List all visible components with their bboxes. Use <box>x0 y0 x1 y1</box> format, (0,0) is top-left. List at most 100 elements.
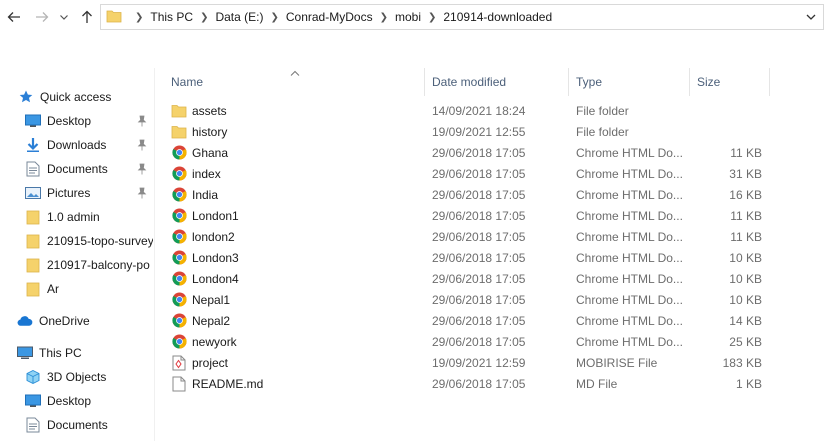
chevron-down-icon[interactable] <box>56 6 72 28</box>
sidebar-item-1-0-admin[interactable]: 1.0 admin <box>25 206 100 228</box>
file-size: 11 KB <box>730 229 762 244</box>
folder-icon <box>171 124 187 140</box>
file-name-cell[interactable]: newyork <box>171 331 237 352</box>
breadcrumb-data-drive[interactable]: Data (E:) <box>215 10 263 24</box>
file-size: 25 KB <box>729 334 762 349</box>
sidebar-item-ar[interactable]: Ar <box>25 278 59 300</box>
chrome-icon <box>171 271 187 287</box>
file-name: Ghana <box>192 145 229 160</box>
file-name: India <box>192 187 219 202</box>
file-type: Chrome HTML Do... <box>576 250 683 265</box>
file-row-assets[interactable]: assets 14/09/2021 18:24 File folder <box>157 100 829 121</box>
chevron-right-icon[interactable]: ❯ <box>200 12 208 23</box>
folder-icon <box>171 103 187 119</box>
sidebar-item-desktop[interactable]: Desktop <box>25 110 91 132</box>
file-name-cell[interactable]: project <box>171 352 228 373</box>
pin-icon[interactable] <box>137 115 147 127</box>
chevron-right-icon[interactable]: ❯ <box>380 12 388 23</box>
arrow-up-icon[interactable] <box>77 6 97 28</box>
pictures-icon <box>25 185 41 201</box>
file-size <box>697 100 762 121</box>
computer-icon <box>17 345 33 361</box>
chrome-icon <box>171 250 187 266</box>
sidebar-item-210917-balcony[interactable]: 210917-balcony-po <box>25 254 153 276</box>
column-header-size[interactable]: Size <box>689 68 769 96</box>
file-date-modified: 29/06/2018 17:05 <box>432 229 526 244</box>
file-row-nepal2[interactable]: Nepal2 29/06/2018 17:05 Chrome HTML Do... 1… <box>157 310 829 331</box>
file-name: index <box>192 166 221 181</box>
file-date-modified: 19/09/2021 12:59 <box>432 355 526 370</box>
file-name-cell[interactable]: index <box>171 163 221 184</box>
address-bar[interactable]: ❯ This PC ❯ Data (E:) ❯ Conrad-MyDocs ❯ … <box>100 4 824 30</box>
file-date-modified: 29/06/2018 17:05 <box>432 376 526 391</box>
chevron-down-icon[interactable] <box>805 11 817 26</box>
file-type: File folder <box>576 124 629 139</box>
file-row-project[interactable]: project 19/09/2021 12:59 MOBIRISE File 183 … <box>157 352 829 373</box>
file-row-london3[interactable]: London3 29/06/2018 17:05 Chrome HTML Do...… <box>157 247 829 268</box>
file-name-cell[interactable]: london2 <box>171 226 235 247</box>
pin-icon[interactable] <box>137 139 147 151</box>
file-row-london2[interactable]: london2 29/06/2018 17:05 Chrome HTML Do...… <box>157 226 829 247</box>
sidebar-item-documents-pc[interactable]: Documents <box>25 414 108 436</box>
breadcrumb-current-folder[interactable]: 210914-downloaded <box>443 10 552 24</box>
arrow-right-icon[interactable] <box>32 6 52 28</box>
file-name: Nepal1 <box>192 292 231 307</box>
breadcrumb-this-pc[interactable]: This PC <box>150 10 193 24</box>
file-name-cell[interactable]: Nepal1 <box>171 289 230 310</box>
file-row-london4[interactable]: London4 29/06/2018 17:05 Chrome HTML Do...… <box>157 268 829 289</box>
file-type: File folder <box>576 103 629 118</box>
file-row-newyork[interactable]: newyork 29/06/2018 17:05 Chrome HTML Do...… <box>157 331 829 352</box>
sidebar-item-210915-topo-survey[interactable]: 210915-topo-survey <box>25 230 153 252</box>
file-name-cell[interactable]: README.md <box>171 373 263 394</box>
file-size: 183 KB <box>722 355 762 370</box>
pin-icon[interactable] <box>137 163 147 175</box>
file-type: Chrome HTML Do... <box>576 145 683 160</box>
file-row-nepal1[interactable]: Nepal1 29/06/2018 17:05 Chrome HTML Do... 1… <box>157 289 829 310</box>
file-name-cell[interactable]: India <box>171 184 218 205</box>
arrow-left-icon[interactable] <box>4 6 24 28</box>
chevron-right-icon[interactable]: ❯ <box>428 12 436 23</box>
file-size: 16 KB <box>729 187 762 202</box>
documents-icon <box>25 417 41 433</box>
file-row-india[interactable]: India 29/06/2018 17:05 Chrome HTML Do... 16… <box>157 184 829 205</box>
file-name: London1 <box>192 208 239 223</box>
file-name-cell[interactable]: London1 <box>171 205 239 226</box>
folder-icon <box>106 8 122 27</box>
chrome-icon <box>171 145 187 161</box>
file-row-history[interactable]: history 19/09/2021 12:55 File folder <box>157 121 829 142</box>
sidebar-item-onedrive[interactable]: OneDrive <box>17 310 90 332</box>
file-row-index[interactable]: index 29/06/2018 17:05 Chrome HTML Do... 31… <box>157 163 829 184</box>
file-size <box>697 121 762 142</box>
file-date-modified: 29/06/2018 17:05 <box>432 166 526 181</box>
chrome-icon <box>171 166 187 182</box>
sidebar-item-pictures[interactable]: Pictures <box>25 182 90 204</box>
sidebar-item-quick-access[interactable]: Quick access <box>18 86 111 108</box>
file-name-cell[interactable]: Nepal2 <box>171 310 230 331</box>
column-header-type[interactable]: Type <box>568 68 689 96</box>
sidebar-item-desktop-pc[interactable]: Desktop <box>25 390 91 412</box>
chevron-right-icon[interactable]: ❯ <box>135 12 143 23</box>
sidebar-item-documents[interactable]: Documents <box>25 158 108 180</box>
file-explorer-window: ❯ This PC ❯ Data (E:) ❯ Conrad-MyDocs ❯ … <box>0 0 829 441</box>
file-name-cell[interactable]: London3 <box>171 247 239 268</box>
column-divider[interactable] <box>769 68 770 96</box>
pane-divider[interactable] <box>154 68 155 441</box>
file-size: 10 KB <box>729 250 762 265</box>
file-name-cell[interactable]: history <box>171 121 227 142</box>
file-row-london1[interactable]: London1 29/06/2018 17:05 Chrome HTML Do...… <box>157 205 829 226</box>
file-row-ghana[interactable]: Ghana 29/06/2018 17:05 Chrome HTML Do... 11… <box>157 142 829 163</box>
column-header-name[interactable]: Name <box>163 68 423 96</box>
file-row-readme-md[interactable]: README.md 29/06/2018 17:05 MD File 1 KB <box>157 373 829 394</box>
breadcrumb-conrad-mydocs[interactable]: Conrad-MyDocs <box>286 10 373 24</box>
chrome-icon <box>171 208 187 224</box>
sidebar-item-3d-objects[interactable]: 3D Objects <box>25 366 106 388</box>
pin-icon[interactable] <box>137 187 147 199</box>
file-name-cell[interactable]: London4 <box>171 268 239 289</box>
column-header-date-modified[interactable]: Date modified <box>424 68 568 96</box>
file-name-cell[interactable]: assets <box>171 100 227 121</box>
chevron-right-icon[interactable]: ❯ <box>270 12 278 23</box>
breadcrumb-mobi[interactable]: mobi <box>395 10 421 24</box>
sidebar-item-downloads[interactable]: Downloads <box>25 134 106 156</box>
sidebar-item-this-pc[interactable]: This PC <box>17 342 82 364</box>
file-name-cell[interactable]: Ghana <box>171 142 228 163</box>
